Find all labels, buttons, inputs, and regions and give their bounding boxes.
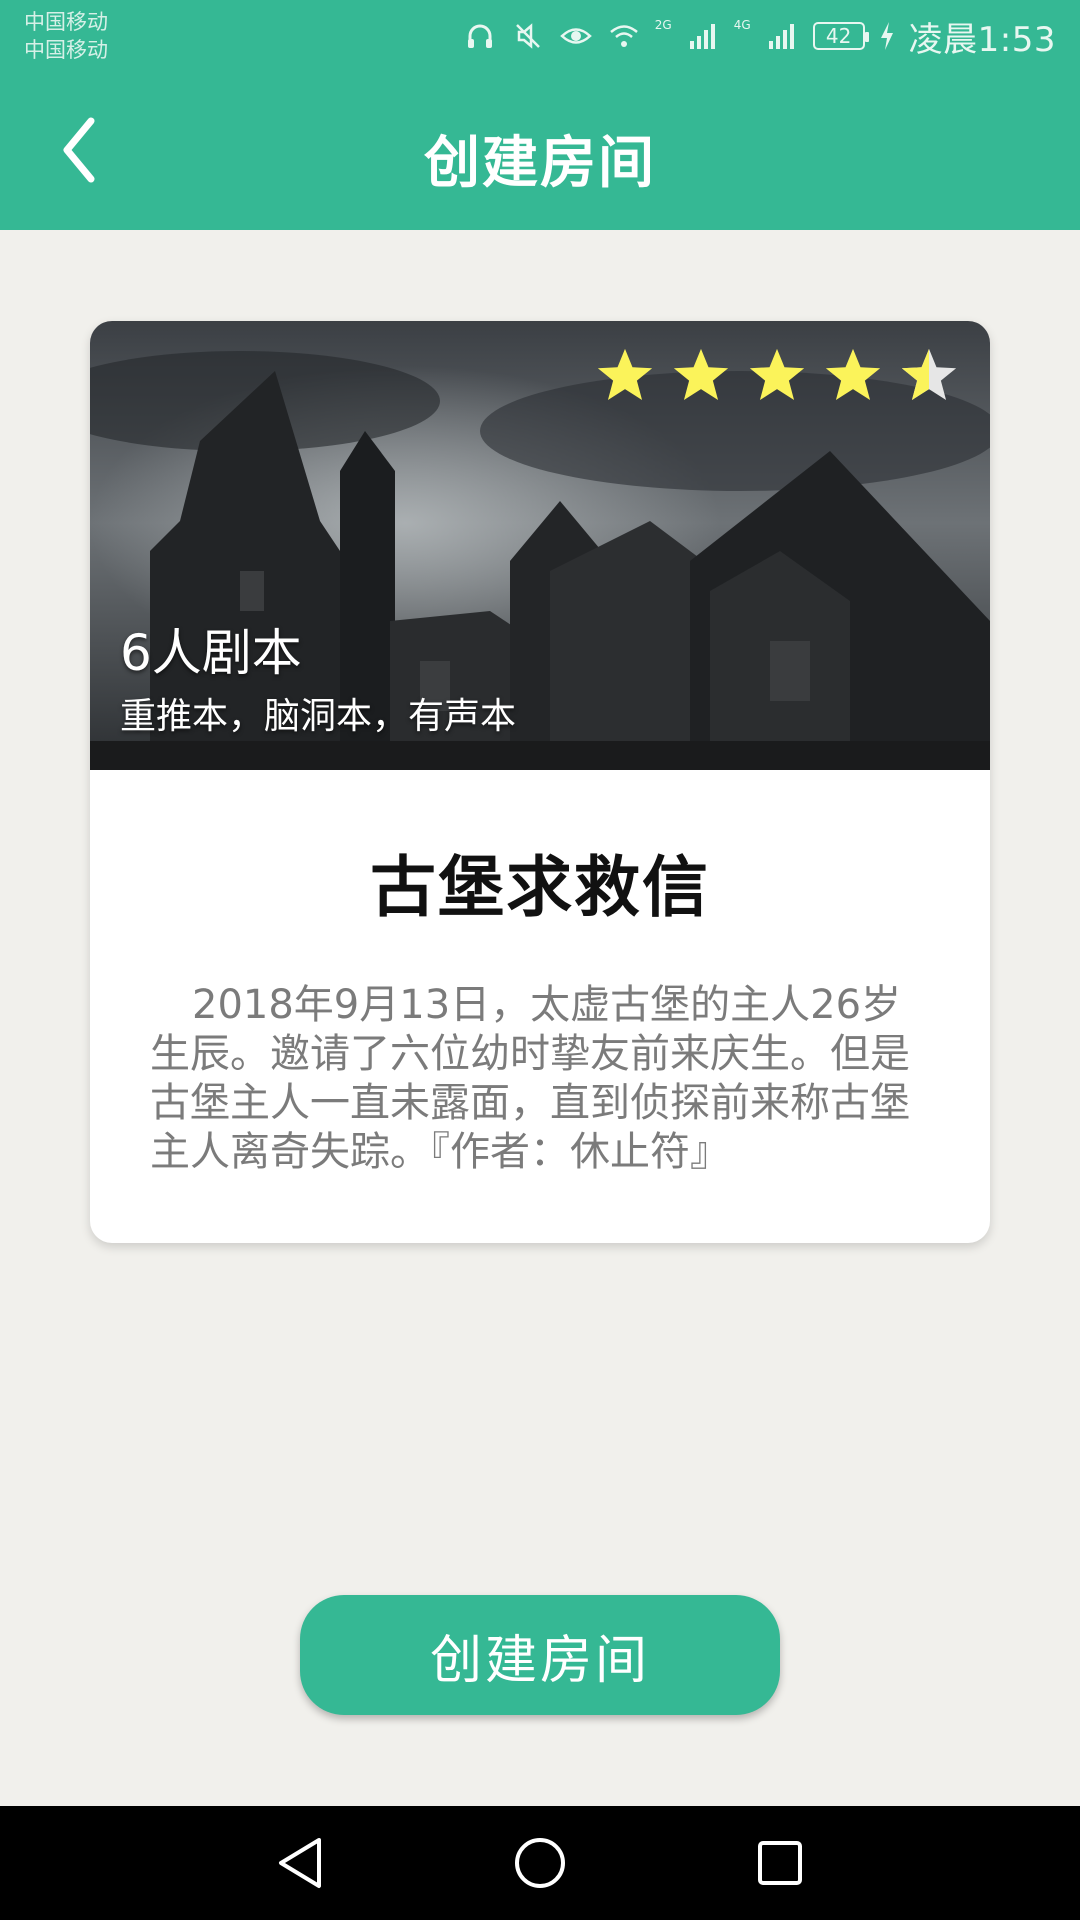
- script-description: 2018年9月13日，太虚古堡的主人26岁生辰。邀请了六位幼时挚友前来庆生。但是…: [150, 982, 910, 1175]
- star-full-icon: [597, 348, 653, 401]
- tags-label: 重推本，脑洞本，有声本: [120, 696, 517, 737]
- home-circle-icon: [515, 1838, 565, 1888]
- status-icons: 2G 4G 42 凌晨1:53: [463, 14, 1056, 60]
- players-label: 6人剧本: [120, 624, 302, 682]
- page-title: 创建房间: [424, 131, 656, 196]
- network-label-2: 4G: [733, 18, 751, 32]
- mute-icon: [511, 19, 545, 53]
- nav-home-button[interactable]: [495, 1818, 585, 1908]
- carrier-1: 中国移动: [24, 10, 108, 34]
- rating-stars: [594, 345, 960, 407]
- system-nav-bar: [0, 1806, 1080, 1920]
- wifi-icon: [607, 19, 641, 53]
- signal-icon: [686, 19, 720, 53]
- headphones-icon: [463, 19, 497, 53]
- carrier-2: 中国移动: [24, 38, 108, 62]
- clock: 凌晨1:53: [908, 19, 1056, 60]
- script-cover-image: 6人剧本 重推本，脑洞本，有声本: [90, 321, 990, 770]
- script-title: 古堡求救信: [370, 849, 710, 926]
- back-triangle-icon: [279, 1838, 321, 1888]
- recents-square-icon: [758, 1841, 802, 1885]
- star-full-icon: [749, 348, 805, 401]
- script-card[interactable]: 6人剧本 重推本，脑洞本，有声本 古堡求救信 2018年9月13日，太虚古堡的主…: [90, 321, 990, 1243]
- network-label-1: 2G: [654, 18, 672, 32]
- star-half-icon: [901, 348, 957, 401]
- nav-recents-button[interactable]: [735, 1818, 825, 1908]
- eye-icon: [559, 19, 593, 53]
- app-header: 创建房间: [0, 70, 1080, 230]
- charging-icon: [879, 19, 895, 53]
- create-room-button[interactable]: 创建房间: [300, 1595, 780, 1715]
- battery-icon: 42: [812, 22, 869, 50]
- nav-back-button[interactable]: [255, 1818, 345, 1908]
- top-bar: 中国移动 中国移动 2G 4G 42 凌晨1:53 创建房间: [0, 0, 1080, 230]
- battery-level: 42: [825, 24, 852, 48]
- star-full-icon: [673, 348, 729, 401]
- status-bar: 中国移动 中国移动 2G 4G 42 凌晨1:53: [0, 0, 1080, 70]
- carrier-labels: 中国移动 中国移动: [24, 8, 108, 64]
- signal-icon: [765, 19, 799, 53]
- star-full-icon: [825, 348, 881, 401]
